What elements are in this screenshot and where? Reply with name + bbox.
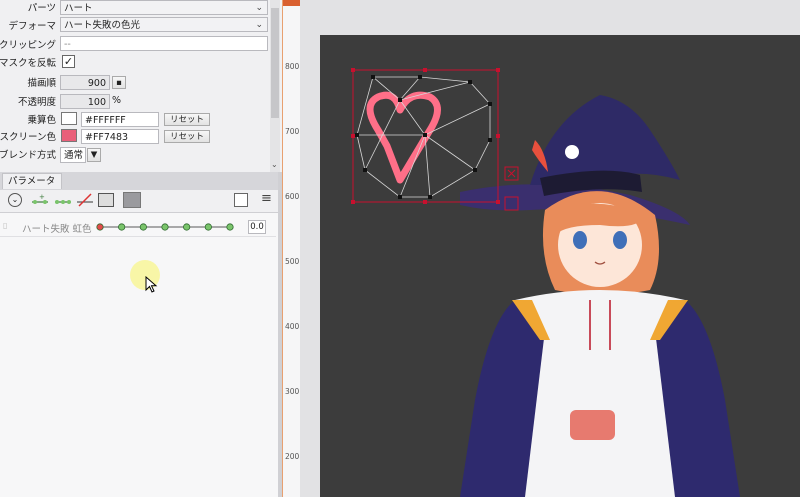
hat-bunny-charm <box>565 145 579 159</box>
screen-label: スクリーン色 <box>0 132 56 143</box>
parts-value: ハート <box>64 3 93 14</box>
parts-row: パーツ ハート ⌄ <box>0 0 270 16</box>
add-three-keys-icon[interactable] <box>54 193 72 207</box>
mouse-cursor-icon <box>145 276 158 293</box>
screen-color-row: スクリーン色 #FF7483 リセット <box>0 127 270 145</box>
expand-collapse-icon[interactable]: ⌄ <box>8 193 22 207</box>
deformer-dropdown[interactable]: ハート失敗の色光 ⌄ <box>60 17 268 32</box>
tab-parameters[interactable]: パラメータ <box>2 173 62 189</box>
rotation-handle-cross <box>507 169 516 178</box>
svg-text:+: + <box>39 193 45 201</box>
parameter-slider[interactable] <box>94 220 234 234</box>
scrollbar-thumb[interactable] <box>271 8 279 118</box>
model-artwork <box>351 68 740 497</box>
delete-key-icon[interactable] <box>76 193 94 207</box>
draw-order-stepper[interactable]: ▪ <box>112 76 126 89</box>
ruler-tick-label: 700 <box>285 127 300 136</box>
chevron-down-icon: ⌄ <box>255 3 263 13</box>
draw-order-input[interactable]: 900 <box>60 75 110 90</box>
parameter-key-dot[interactable] <box>139 223 147 231</box>
draw-order-label: 描画順 <box>27 78 56 89</box>
mask-invert-label: マスクを反転 <box>0 58 56 69</box>
menu-icon[interactable]: ≡ <box>261 192 272 206</box>
opacity-label: 不透明度 <box>17 97 56 108</box>
multiply-label: 乗算色 <box>27 115 56 126</box>
parameter-name: ハート失敗 虹色 <box>22 224 92 235</box>
multiply-color-row: 乗算色 #FFFFFF リセット <box>0 110 270 128</box>
parameter-key-dot[interactable] <box>183 223 191 231</box>
ruler-tick-label: 600 <box>285 192 300 201</box>
parameter-key-dot[interactable] <box>161 223 169 231</box>
parameter-key-dot[interactable] <box>118 223 126 231</box>
opacity-input[interactable]: 100 <box>60 94 110 109</box>
deformer-row: デフォーマ ハート失敗の色光 ⌄ <box>0 16 270 34</box>
multiply-color-swatch[interactable] <box>61 112 77 125</box>
blend-label: ブレンド方式 <box>0 150 56 161</box>
opacity-unit: % <box>112 95 122 106</box>
parts-dropdown[interactable]: ハート ⌄ <box>60 0 268 15</box>
clipboard-icon[interactable] <box>234 193 248 207</box>
blend-row: ブレンド方式 通常 ▼ <box>0 145 270 163</box>
ruler-tick-label: 200 <box>285 452 300 461</box>
clipping-input[interactable]: -- <box>60 36 268 51</box>
clipping-label: クリッピング <box>0 40 56 51</box>
screen-color-input[interactable]: #FF7483 <box>81 129 159 144</box>
blend-select[interactable]: 通常 <box>60 147 86 163</box>
parameter-key-dot[interactable] <box>204 223 212 231</box>
right-eye <box>613 231 627 249</box>
ruler-tick-label: 500 <box>285 257 300 266</box>
parameter-value-input[interactable]: 0.0 <box>248 220 266 234</box>
pouch <box>570 410 615 440</box>
tab-parameters-label: パラメータ <box>8 176 56 187</box>
ruler-marker <box>283 0 300 6</box>
grid-toggle-icon[interactable] <box>123 192 141 208</box>
chevron-down-icon: ⌄ <box>255 20 263 30</box>
screen-reset-button[interactable]: リセット <box>164 130 210 143</box>
add-key-icon[interactable]: + <box>31 193 49 207</box>
parameter-toolbar: ⌄ + ≡ <box>0 190 282 213</box>
lock-icon[interactable]: ▯ <box>3 221 7 230</box>
keyform-icon[interactable] <box>98 193 114 207</box>
deformer-value: ハート失敗の色光 <box>64 20 141 31</box>
parts-label: パーツ <box>27 3 56 14</box>
parameter-row[interactable]: ▯ ハート失敗 虹色 0.0 <box>0 218 276 237</box>
vertical-ruler <box>282 0 301 497</box>
ruler-tick-label: 400 <box>285 322 300 331</box>
mask-invert-checkbox[interactable]: ✓ <box>62 55 75 68</box>
mask-invert-row: マスクを反転 ✓ <box>0 53 270 71</box>
scroll-down-icon[interactable]: ⌄ <box>271 160 278 169</box>
ruler-tick-label: 800 <box>285 62 300 71</box>
multiply-reset-button[interactable]: リセット <box>164 113 210 126</box>
ruler-tick-label: 300 <box>285 387 300 396</box>
properties-scrollbar[interactable]: ⌄ <box>270 0 280 172</box>
screen-color-swatch[interactable] <box>61 129 77 142</box>
deformer-label: デフォーマ <box>8 21 56 32</box>
opacity-row: 不透明度 100 % <box>0 92 270 110</box>
properties-panel: パーツ ハート ⌄ デフォーマ ハート失敗の色光 ⌄ クリッピング -- マスク… <box>0 0 283 172</box>
left-eye <box>573 231 587 249</box>
parameter-key-dot[interactable] <box>96 223 104 231</box>
parameter-tab-bar: パラメータ <box>0 172 282 190</box>
draw-order-row: 描画順 900 ▪ <box>0 73 270 91</box>
parameter-key-dot[interactable] <box>226 223 234 231</box>
multiply-color-input[interactable]: #FFFFFF <box>81 112 159 127</box>
clipping-row: クリッピング -- <box>0 35 270 53</box>
blend-dropdown-button[interactable]: ▼ <box>87 148 101 162</box>
parameter-list: ▯ ハート失敗 虹色 0.0 <box>0 213 278 497</box>
